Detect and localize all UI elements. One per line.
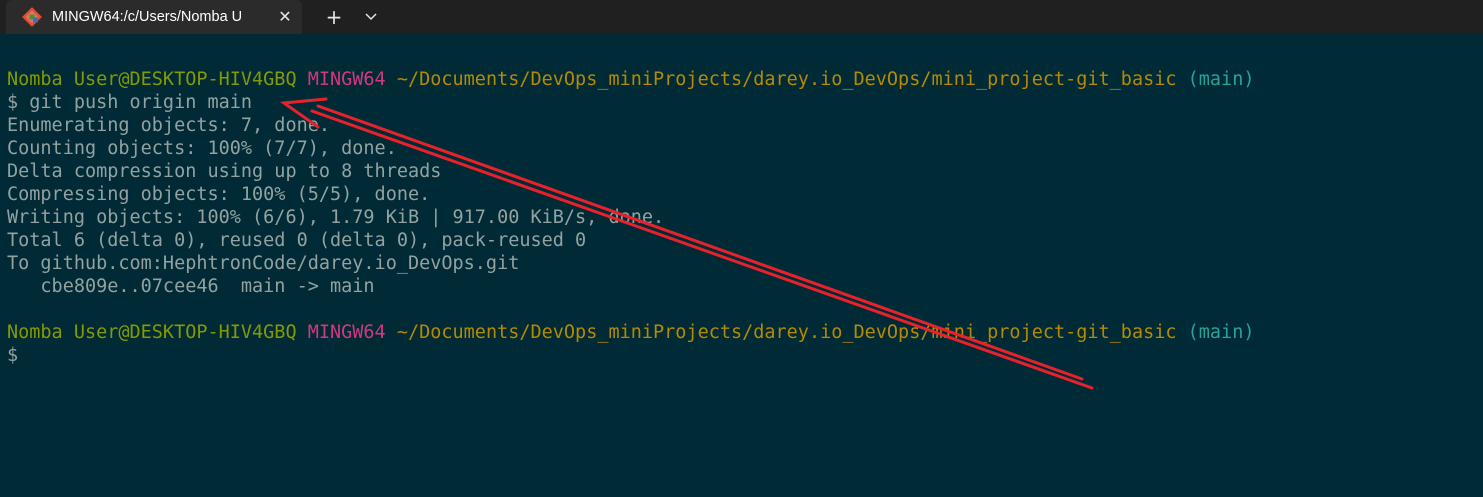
prompt-shell: MINGW64	[307, 69, 386, 90]
new-tab-button[interactable]: +	[320, 3, 348, 31]
prompt-path: ~/Documents/DevOps_miniProjects/darey.io…	[396, 322, 1177, 343]
output-line: Counting objects: 100% (7/7), done.	[7, 138, 397, 159]
prompt-path: ~/Documents/DevOps_miniProjects/darey.io…	[396, 69, 1177, 90]
input-line[interactable]: $	[7, 344, 18, 367]
prompt-branch: (main)	[1187, 322, 1255, 343]
output-line: Enumerating objects: 7, done.	[7, 115, 331, 136]
prompt-line: Nomba User@DESKTOP-HIV4GBQ MINGW64 ~/Doc…	[7, 68, 1254, 91]
chevron-down-icon	[365, 13, 377, 21]
output-line: Compressing objects: 100% (5/5), done.	[7, 184, 431, 205]
title-bar: MINGW64:/c/Users/Nomba U ✕ +	[0, 0, 1483, 34]
output-line: Total 6 (delta 0), reused 0 (delta 0), p…	[7, 230, 587, 251]
tab-dropdown-button[interactable]	[357, 3, 385, 31]
tab-close-button[interactable]: ✕	[272, 4, 298, 30]
command-line: $ git push origin main	[7, 92, 253, 113]
prompt-branch: (main)	[1187, 69, 1255, 90]
prompt-line: Nomba User@DESKTOP-HIV4GBQ MINGW64 ~/Doc…	[7, 321, 1254, 344]
output-line: Delta compression using up to 8 threads	[7, 161, 442, 182]
output-line: Writing objects: 100% (6/6), 1.79 KiB | …	[7, 207, 665, 228]
terminal-output[interactable]: Nomba User@DESKTOP-HIV4GBQ MINGW64 ~/Doc…	[0, 34, 1483, 497]
prompt-shell: MINGW64	[307, 322, 386, 343]
tab-title: MINGW64:/c/Users/Nomba U	[52, 9, 243, 25]
output-line: To github.com:HephtronCode/darey.io_DevO…	[7, 253, 520, 274]
prompt-user-host: Nomba User@DESKTOP-HIV4GBQ	[7, 69, 297, 90]
prompt-user-host: Nomba User@DESKTOP-HIV4GBQ	[7, 322, 297, 343]
terminal-tab[interactable]: MINGW64:/c/Users/Nomba U ✕	[6, 0, 302, 34]
output-line: cbe809e..07cee46 main -> main	[7, 276, 375, 297]
git-bash-icon	[22, 7, 42, 27]
